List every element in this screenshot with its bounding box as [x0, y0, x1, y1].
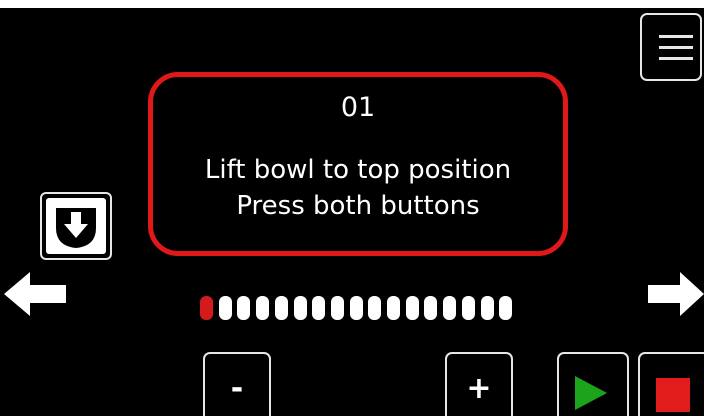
- stop-icon: [656, 378, 690, 412]
- bowl-down-icon: [56, 208, 96, 248]
- progress-dot: [237, 296, 251, 320]
- menu-button[interactable]: [640, 13, 702, 81]
- plus-label: +: [466, 371, 492, 406]
- machine-screen: 01 Lift bowl to top position Press both …: [0, 8, 704, 416]
- progress-dot: [424, 296, 438, 320]
- progress-dot: [405, 296, 419, 320]
- step-progress-indicator: [200, 296, 520, 320]
- minus-label: -: [230, 371, 244, 406]
- progress-dot: [349, 296, 363, 320]
- instruction-line-2: Press both buttons: [236, 191, 480, 221]
- step-number: 01: [340, 92, 376, 123]
- progress-dot: [387, 296, 400, 320]
- progress-dot: [368, 296, 382, 320]
- progress-dot: [200, 296, 213, 320]
- progress-dot: [218, 296, 232, 320]
- decrease-button[interactable]: -: [203, 352, 271, 416]
- progress-dot: [499, 296, 513, 320]
- arrow-right-icon[interactable]: [648, 272, 704, 316]
- instruction-panel: 01 Lift bowl to top position Press both …: [148, 72, 568, 256]
- progress-dot: [274, 296, 288, 320]
- progress-dot: [461, 296, 475, 320]
- increase-button[interactable]: +: [445, 352, 513, 416]
- progress-dot: [256, 296, 270, 320]
- progress-dot: [293, 296, 307, 320]
- stop-button[interactable]: [638, 352, 704, 416]
- progress-dot: [443, 296, 457, 320]
- arrow-left-icon[interactable]: [4, 272, 66, 316]
- start-button[interactable]: [557, 352, 629, 416]
- bowl-down-button[interactable]: [40, 192, 112, 260]
- progress-dot: [312, 296, 326, 320]
- progress-dot: [480, 296, 494, 320]
- instruction-line-1: Lift bowl to top position: [204, 155, 512, 185]
- play-icon: [575, 376, 607, 410]
- progress-dot: [330, 296, 344, 320]
